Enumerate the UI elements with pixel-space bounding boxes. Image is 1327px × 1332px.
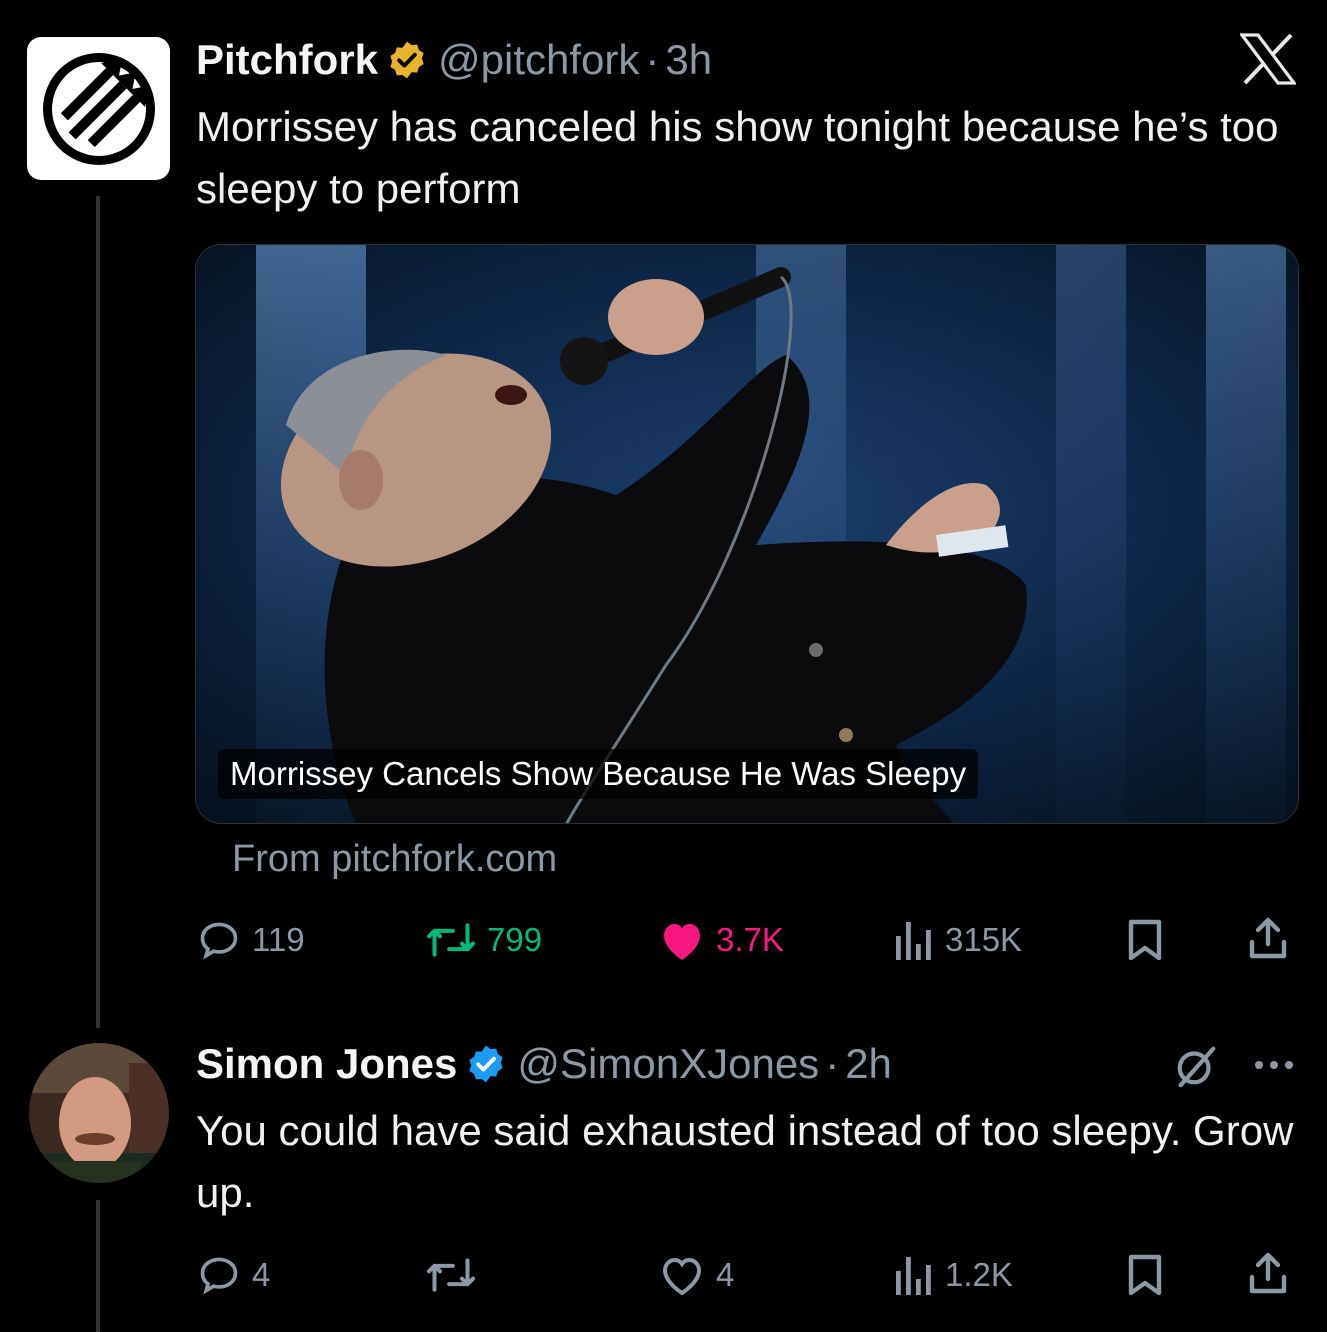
- more-icon: [1255, 1061, 1293, 1069]
- pitchfork-avatar[interactable]: [27, 37, 170, 180]
- timestamp[interactable]: 2h: [845, 1040, 892, 1088]
- share-button[interactable]: [1246, 914, 1290, 967]
- grok-button[interactable]: [1173, 1043, 1219, 1094]
- author-name[interactable]: Simon Jones: [196, 1040, 457, 1088]
- tweet-header: Pitchfork @pitchfork · 3h: [196, 36, 712, 84]
- share-button[interactable]: [1246, 1249, 1290, 1302]
- grok-icon: [1177, 1046, 1216, 1088]
- views-icon: [896, 922, 931, 960]
- bookmark-button[interactable]: [1125, 918, 1165, 967]
- reply-text: You could have said exhausted instead of…: [196, 1107, 1294, 1216]
- repost-icon: [426, 1258, 476, 1292]
- card-source[interactable]: From pitchfork.com: [232, 838, 557, 881]
- views-count: 1.2K: [945, 1256, 1013, 1293]
- like-button[interactable]: 4: [658, 1253, 734, 1297]
- author-name[interactable]: Pitchfork: [196, 36, 378, 84]
- reply-icon: [200, 1257, 238, 1295]
- verified-badge-icon: [465, 1043, 507, 1085]
- simon-jones-avatar[interactable]: [29, 1043, 169, 1183]
- thread-line: [96, 196, 100, 1028]
- thread-line: [96, 1200, 100, 1332]
- repost-button[interactable]: 799: [425, 918, 542, 962]
- reply-button[interactable]: 4: [196, 1253, 270, 1297]
- reply-button[interactable]: 119: [196, 918, 305, 962]
- reply-icon: [200, 922, 238, 960]
- card-headline: Morrissey Cancels Show Because He Was Sl…: [218, 749, 979, 799]
- tweet-text: Morrissey has canceled his show tonight …: [196, 103, 1279, 212]
- share-icon: [1249, 917, 1287, 959]
- timestamp[interactable]: 3h: [665, 36, 712, 84]
- repost-icon: [426, 923, 476, 957]
- bookmark-button[interactable]: [1125, 1253, 1165, 1302]
- verified-badge-icon: [386, 39, 428, 81]
- link-card[interactable]: Morrissey Cancels Show Because He Was Sl…: [195, 244, 1299, 824]
- separator: ·: [825, 1040, 840, 1087]
- author-handle[interactable]: @pitchfork: [438, 36, 639, 84]
- heart-icon: [662, 1257, 702, 1296]
- share-icon: [1249, 1252, 1287, 1294]
- views-count: 315K: [945, 921, 1023, 958]
- like-count: 4: [716, 1256, 735, 1293]
- views-button[interactable]: 1.2K: [893, 1253, 1013, 1297]
- like-count: 3.7K: [716, 921, 784, 958]
- x-logo-icon: [1238, 33, 1298, 85]
- heart-icon: [664, 924, 700, 960]
- reply-count: 4: [252, 1256, 271, 1293]
- bookmark-icon: [1128, 1254, 1162, 1296]
- repost-button[interactable]: [425, 1253, 487, 1297]
- reply-count: 119: [252, 921, 305, 958]
- pitchfork-logo-icon: [42, 52, 155, 165]
- like-button[interactable]: 3.7K: [658, 918, 784, 962]
- separator: ·: [645, 36, 660, 83]
- bookmark-icon: [1128, 919, 1162, 961]
- reply-header: Simon Jones @SimonXJones · 2h: [196, 1040, 892, 1088]
- views-button[interactable]: 315K: [893, 918, 1022, 962]
- more-button[interactable]: [1252, 1058, 1296, 1077]
- repost-count: 799: [487, 921, 543, 958]
- views-icon: [896, 1257, 931, 1295]
- article-image: [196, 245, 1298, 823]
- author-handle[interactable]: @SimonXJones: [517, 1040, 819, 1088]
